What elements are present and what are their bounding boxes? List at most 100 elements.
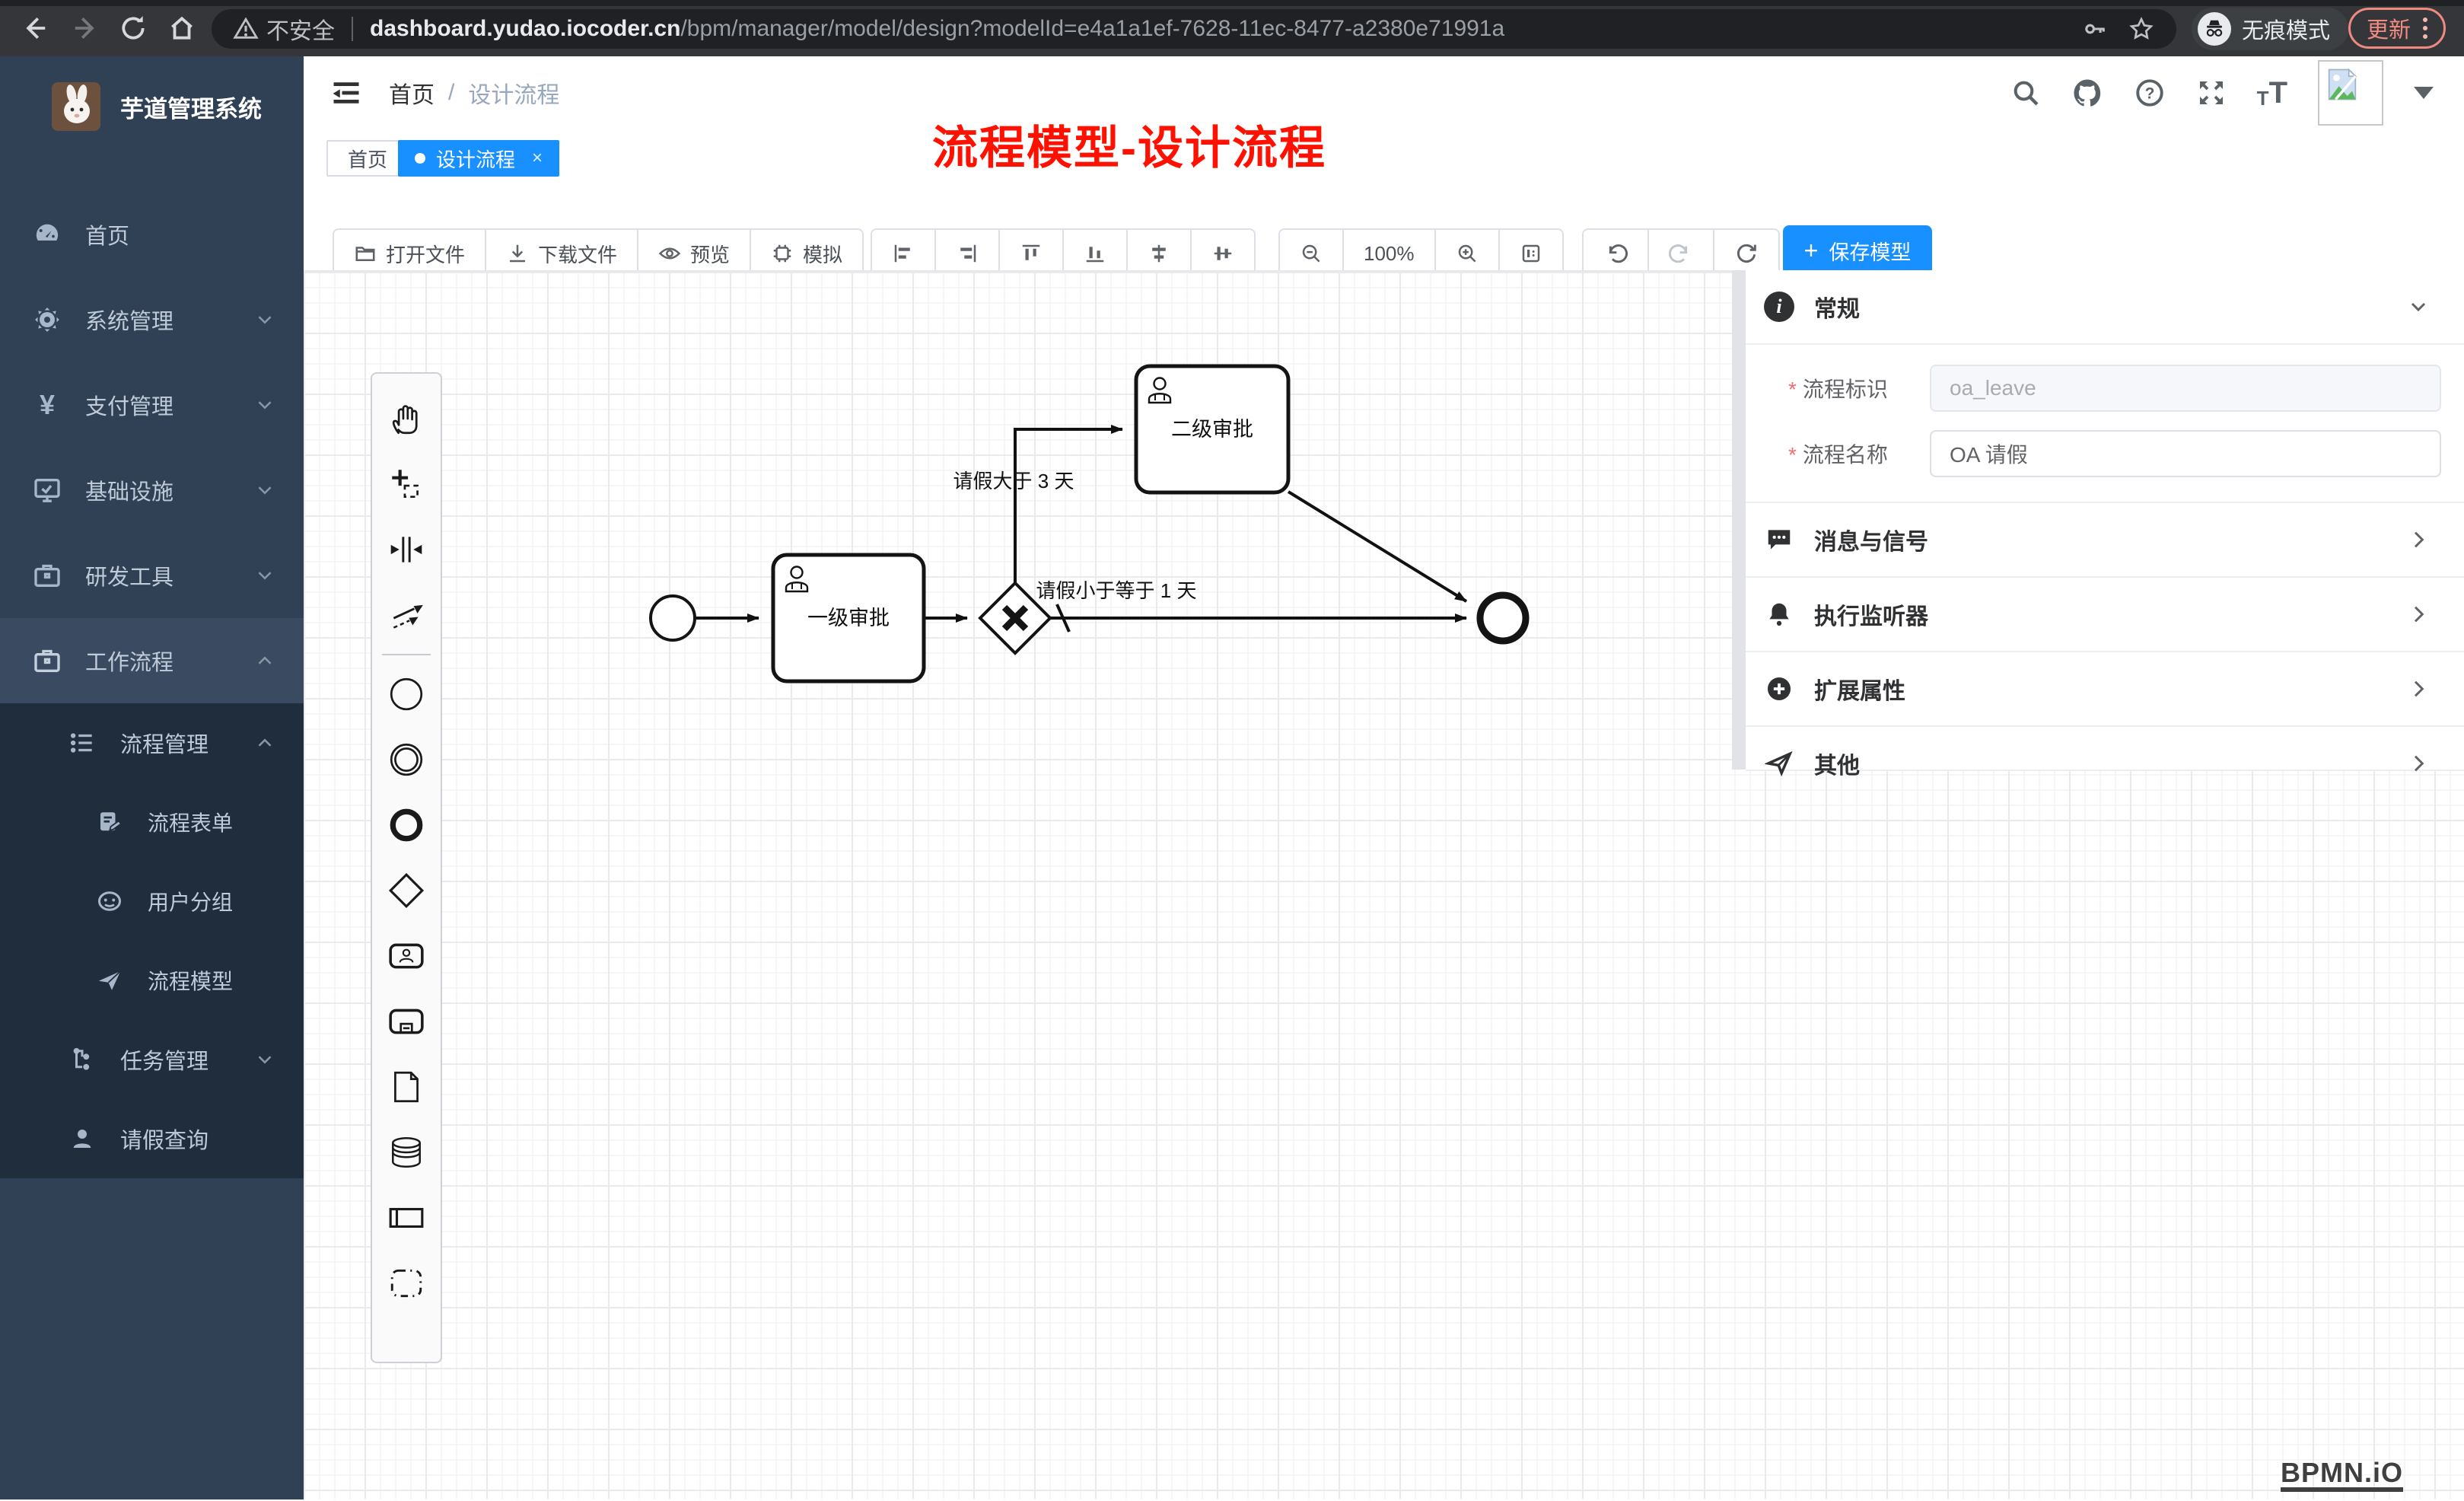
- panel-section-message[interactable]: 消息与信号: [1746, 503, 2464, 578]
- annotation-title: 流程模型-设计流程: [932, 111, 1326, 177]
- sidebar: 芋道管理系统 首页 系统管理 ¥ 支付管理 基础设施 研发工具 工: [0, 56, 304, 1499]
- tag-view-bar: 首页 设计流程 ×: [304, 129, 2464, 186]
- task1-label: 一级审批: [807, 607, 890, 629]
- section-label: 执行监听器: [1814, 598, 2406, 631]
- bookmark-star-icon[interactable]: [2128, 15, 2155, 43]
- browser-forward-button[interactable]: [68, 11, 103, 46]
- required-asterisk: *: [1788, 443, 1797, 467]
- robot-face-icon: [93, 888, 126, 915]
- required-asterisk: *: [1788, 378, 1797, 401]
- chevron-down-icon: [253, 394, 276, 416]
- section-label: 常规: [1814, 290, 2406, 323]
- password-key-icon[interactable]: [2082, 16, 2108, 42]
- flow-gateway-to-task2[interactable]: [1015, 429, 1122, 583]
- chevron-down-icon: [2406, 295, 2431, 319]
- user-task-level2[interactable]: 二级审批: [1136, 366, 1288, 492]
- sidebar-item-label: 流程表单: [148, 807, 276, 837]
- breadcrumb-home[interactable]: 首页: [389, 76, 435, 110]
- browser-toolbar: 不安全 dashboard.yudao.iocoder.cn/bpm/manag…: [0, 0, 2464, 56]
- sidebar-item-process-model[interactable]: 流程模型: [0, 941, 304, 1020]
- flow-task2-to-end[interactable]: [1288, 492, 1466, 601]
- avatar[interactable]: [2318, 60, 2383, 126]
- save-model-button[interactable]: + 保存模型: [1783, 225, 1932, 276]
- save-label: 保存模型: [1829, 236, 1911, 266]
- chevron-down-icon: [253, 479, 276, 502]
- url-separator: [352, 17, 353, 41]
- fullscreen-icon[interactable]: [2196, 78, 2227, 108]
- avatar-dropdown-caret[interactable]: [2414, 87, 2434, 99]
- end-event[interactable]: [1480, 595, 1526, 641]
- github-icon[interactable]: [2071, 77, 2103, 109]
- help-icon[interactable]: ?: [2134, 77, 2166, 109]
- sidebar-collapse-button[interactable]: [329, 76, 363, 110]
- browser-home-button[interactable]: [164, 11, 199, 46]
- browser-refresh-button[interactable]: [116, 11, 151, 46]
- process-name-label: *流程名称: [1788, 438, 1930, 469]
- button-label: 下载文件: [538, 240, 617, 268]
- sidebar-item-system[interactable]: 系统管理: [0, 277, 304, 362]
- search-icon[interactable]: [2010, 78, 2041, 108]
- start-event[interactable]: [651, 596, 695, 640]
- tag-close-icon[interactable]: ×: [532, 148, 543, 169]
- address-bar[interactable]: 不安全 dashboard.yudao.iocoder.cn/bpm/manag…: [212, 9, 2176, 49]
- process-key-input[interactable]: [1930, 365, 2441, 412]
- sidebar-menu: 首页 系统管理 ¥ 支付管理 基础设施 研发工具 工作流程: [0, 192, 304, 1178]
- main-content: 首页 / 设计流程 ? TT 首页 设计流程 × 流程模型-设计流程: [304, 56, 2464, 1499]
- page-header: 首页 / 设计流程 ? TT: [304, 56, 2464, 129]
- sidebar-item-payment[interactable]: ¥ 支付管理: [0, 362, 304, 448]
- sidebar-item-user-group[interactable]: 用户分组: [0, 862, 304, 941]
- panel-section-listener[interactable]: 执行监听器: [1746, 578, 2464, 652]
- properties-panel: i 常规 *流程标识 *流程名称 消息与信号 执行监听器 扩展属: [1746, 270, 2464, 771]
- chevron-right-icon: [2406, 602, 2431, 626]
- security-chip-label: 不安全: [266, 12, 335, 46]
- edge-label-le1[interactable]: 请假小于等于 1 天: [1036, 579, 1197, 602]
- browser-back-button[interactable]: [17, 11, 52, 46]
- security-chip[interactable]: 不安全: [233, 12, 335, 46]
- chevron-right-icon: [2406, 751, 2431, 776]
- cpu-icon: [771, 242, 794, 265]
- section-label: 其他: [1814, 747, 2406, 780]
- app-logo-rabbit: [52, 82, 100, 131]
- chevron-right-icon: [2406, 527, 2431, 552]
- sidebar-item-label: 流程模型: [148, 965, 276, 996]
- sidebar-item-label: 系统管理: [85, 304, 253, 336]
- panel-section-other[interactable]: 其他: [1746, 727, 2464, 800]
- sidebar-item-devtools[interactable]: 研发工具: [0, 533, 304, 618]
- tag-home[interactable]: 首页: [326, 140, 409, 177]
- edge-label-gt3[interactable]: 请假大于 3 天: [953, 470, 1074, 492]
- browser-update-button[interactable]: 更新: [2348, 8, 2446, 49]
- panel-section-extension[interactable]: 扩展属性: [1746, 652, 2464, 727]
- sidebar-item-leave-query[interactable]: 请假查询: [0, 1099, 304, 1178]
- back-icon: [20, 14, 49, 43]
- home-icon: [167, 14, 196, 43]
- download-icon: [506, 242, 529, 265]
- panel-resize-gutter[interactable]: [1732, 270, 1746, 770]
- sidebar-item-label: 基础设施: [85, 474, 253, 506]
- sidebar-item-process-manage[interactable]: 流程管理: [0, 703, 304, 782]
- sidebar-item-process-form[interactable]: 流程表单: [0, 782, 304, 862]
- app-logo-row[interactable]: 芋道管理系统: [0, 67, 304, 146]
- sidebar-item-label: 首页: [85, 218, 276, 250]
- panel-section-general[interactable]: i 常规: [1746, 270, 2464, 345]
- sidebar-item-label: 流程管理: [120, 727, 253, 759]
- tag-design-process[interactable]: 设计流程 ×: [398, 140, 559, 177]
- sidebar-item-infra[interactable]: 基础设施: [0, 448, 304, 533]
- chevron-down-icon: [253, 308, 276, 331]
- zoom-level-label: 100%: [1364, 242, 1415, 266]
- sidebar-item-label: 任务管理: [120, 1044, 253, 1076]
- sidebar-item-label: 研发工具: [85, 559, 253, 591]
- font-size-icon[interactable]: TT: [2257, 78, 2287, 108]
- section-label: 消息与信号: [1814, 523, 2406, 556]
- bpmn-io-watermark[interactable]: BPMN.iO: [2281, 1458, 2403, 1492]
- browser-menu-icon[interactable]: [2423, 18, 2427, 39]
- url-path: /bpm/manager/model/design?modelId=e4a1a1…: [680, 16, 1504, 42]
- process-name-input[interactable]: [1930, 430, 2441, 477]
- sidebar-item-task-manage[interactable]: 任务管理: [0, 1020, 304, 1099]
- user-task-level1[interactable]: 一级审批: [773, 555, 924, 681]
- chevron-right-icon: [2406, 677, 2431, 701]
- button-label: 模拟: [803, 240, 842, 268]
- sidebar-item-home[interactable]: 首页: [0, 192, 304, 277]
- sidebar-item-workflow[interactable]: 工作流程: [0, 618, 304, 703]
- person-icon: [65, 1125, 99, 1152]
- list-tree-icon: [65, 728, 99, 757]
